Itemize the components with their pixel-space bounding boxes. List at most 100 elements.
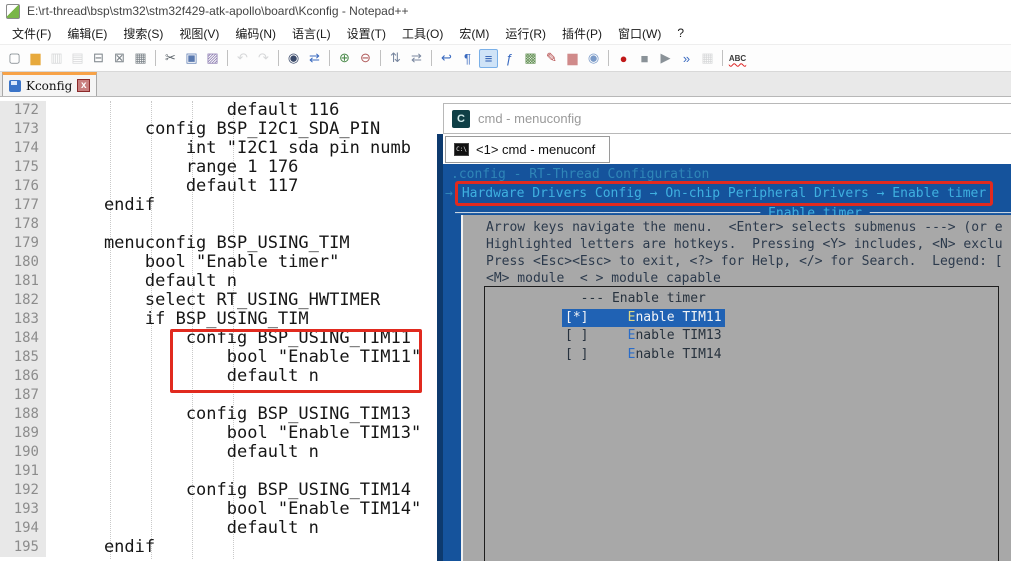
line-text: if BSP_USING_TIM [46, 310, 309, 329]
macro-record-icon[interactable]: ● [614, 49, 633, 68]
zoom-out-icon[interactable]: ⊖ [356, 49, 375, 68]
folder-as-workspace-icon[interactable]: ▆ [563, 49, 582, 68]
line-number: 189 [0, 424, 46, 443]
macro-play-icon[interactable]: ▶ [656, 49, 675, 68]
save-all-icon[interactable]: ▤ [68, 49, 87, 68]
tab-kconfig[interactable]: Kconfig x [2, 72, 97, 96]
menu-item-7[interactable]: 工具(O) [394, 22, 451, 45]
tab-bar: Kconfig x [0, 72, 1011, 97]
cmd-titlebar: C cmd - menuconfig [443, 103, 1011, 134]
saved-file-icon [9, 80, 21, 92]
menuconfig-console[interactable]: .config - RT-Thread Configuration → Hard… [443, 164, 1011, 561]
cmd-tab[interactable]: C:\ <1> cmd - menuconf [445, 136, 610, 163]
line-number: 187 [0, 386, 46, 405]
open-folder-icon[interactable]: ▆ [26, 49, 45, 68]
menu-item-0[interactable]: 文件(F) [4, 22, 59, 45]
replace-icon[interactable]: ⇄ [305, 49, 324, 68]
menu-item-5[interactable]: 语言(L) [284, 22, 339, 45]
show-all-characters-icon[interactable]: ¶ [458, 49, 477, 68]
tab-label: Kconfig [26, 79, 72, 93]
menu-item-6[interactable]: 设置(T) [339, 22, 394, 45]
breadcrumb: Hardware Drivers Config → On-chip Periph… [462, 186, 986, 201]
toolbar: ▢▆▥▤⊟⊠▦✂▣▨↶↷◉⇄⊕⊖⇅⇄↩¶≡ƒ▩✎▆◉●■▶»▦ABC [0, 45, 1011, 72]
line-text: default 117 [46, 177, 298, 196]
close-tab-icon[interactable]: x [77, 79, 90, 92]
list-comment-row: --- Enable timer [565, 290, 998, 309]
line-number: 177 [0, 196, 46, 215]
line-text: config BSP_USING_TIM14 [46, 481, 411, 500]
menu-item-8[interactable]: 宏(M) [451, 22, 497, 45]
toolbar-separator [722, 50, 723, 66]
line-text: endif [46, 538, 155, 557]
instruction-line: <M> module < > module capable [486, 270, 1011, 287]
menu-item-10[interactable]: 插件(P) [554, 22, 610, 45]
new-file-icon[interactable]: ▢ [5, 49, 24, 68]
line-text: int "I2C1 sda pin numb [46, 139, 411, 158]
line-number: 174 [0, 139, 46, 158]
spell-check-icon[interactable]: ABC [728, 49, 747, 68]
console-icon: C [452, 110, 470, 128]
menu-item-2[interactable]: 搜索(S) [115, 22, 171, 45]
menu-item-1[interactable]: 编辑(E) [59, 22, 115, 45]
line-number: 188 [0, 405, 46, 424]
menu-item-12[interactable]: ? [669, 23, 692, 43]
function-list-icon[interactable]: ƒ [500, 49, 519, 68]
menuconfig-dialog: Arrow keys navigate the menu. <Enter> se… [461, 215, 1011, 561]
breadcrumb-arrow-icon: → [445, 184, 453, 203]
line-text [46, 386, 63, 405]
annotation-box-breadcrumb: Hardware Drivers Config → On-chip Periph… [455, 181, 993, 206]
cut-icon[interactable]: ✂ [161, 49, 180, 68]
line-number: 180 [0, 253, 46, 272]
find-icon[interactable]: ◉ [284, 49, 303, 68]
sync-vertical-scroll-icon[interactable]: ⇅ [386, 49, 405, 68]
redo-icon[interactable]: ↷ [254, 49, 273, 68]
cmd-exe-icon: C:\ [454, 143, 469, 156]
line-text: select RT_USING_HWTIMER [46, 291, 380, 310]
sync-horizontal-scroll-icon[interactable]: ⇄ [407, 49, 426, 68]
paste-icon[interactable]: ▨ [203, 49, 222, 68]
line-text: range 1 176 [46, 158, 298, 177]
macro-save-icon[interactable]: ▦ [698, 49, 717, 68]
zoom-in-icon[interactable]: ⊕ [335, 49, 354, 68]
copy-icon[interactable]: ▣ [182, 49, 201, 68]
option-row[interactable]: [*] Enable TIM11 [565, 309, 998, 328]
line-text: menuconfig BSP_USING_TIM [46, 234, 350, 253]
word-wrap-icon[interactable]: ↩ [437, 49, 456, 68]
titlebar: E:\rt-thread\bsp\stm32\stm32f429-atk-apo… [0, 0, 1011, 22]
menu-item-9[interactable]: 运行(R) [497, 22, 554, 45]
line-number: 179 [0, 234, 46, 253]
option-label-part: nable TIM13 [635, 328, 721, 343]
toolbar-separator [155, 50, 156, 66]
document-map-icon[interactable]: ▩ [521, 49, 540, 68]
line-number: 193 [0, 500, 46, 519]
save-icon[interactable]: ▥ [47, 49, 66, 68]
menu-item-3[interactable]: 视图(V) [171, 22, 227, 45]
document-edit-icon[interactable]: ✎ [542, 49, 561, 68]
line-number: 192 [0, 481, 46, 500]
line-text [46, 462, 63, 481]
macro-stop-icon[interactable]: ■ [635, 49, 654, 68]
option-row[interactable]: [ ] Enable TIM13 [565, 327, 998, 346]
option-listbox: --- Enable timer[*] Enable TIM11[ ] Enab… [484, 286, 999, 561]
macro-run-multiple-icon[interactable]: » [677, 49, 696, 68]
toolbar-separator [431, 50, 432, 66]
line-text: bool "Enable TIM13" [46, 424, 421, 443]
print-icon[interactable]: ▦ [131, 49, 150, 68]
toolbar-separator [380, 50, 381, 66]
cmd-window: C cmd - menuconfig C:\ <1> cmd - menucon… [437, 103, 1011, 561]
undo-icon[interactable]: ↶ [233, 49, 252, 68]
line-number: 185 [0, 348, 46, 367]
show-indent-guide-icon[interactable]: ≡ [479, 49, 498, 68]
close-all-documents-icon[interactable]: ⊠ [110, 49, 129, 68]
menu-item-11[interactable]: 窗口(W) [610, 22, 669, 45]
menu-item-4[interactable]: 编码(N) [227, 22, 284, 45]
cmd-window-title: cmd - menuconfig [478, 111, 581, 126]
option-row[interactable]: [ ] Enable TIM14 [565, 346, 998, 365]
line-number: 195 [0, 538, 46, 557]
monitoring-eye-icon[interactable]: ◉ [584, 49, 603, 68]
line-number: 190 [0, 443, 46, 462]
line-text: default n [46, 443, 319, 462]
line-number: 175 [0, 158, 46, 177]
option-label-part [588, 347, 627, 362]
close-document-icon[interactable]: ⊟ [89, 49, 108, 68]
